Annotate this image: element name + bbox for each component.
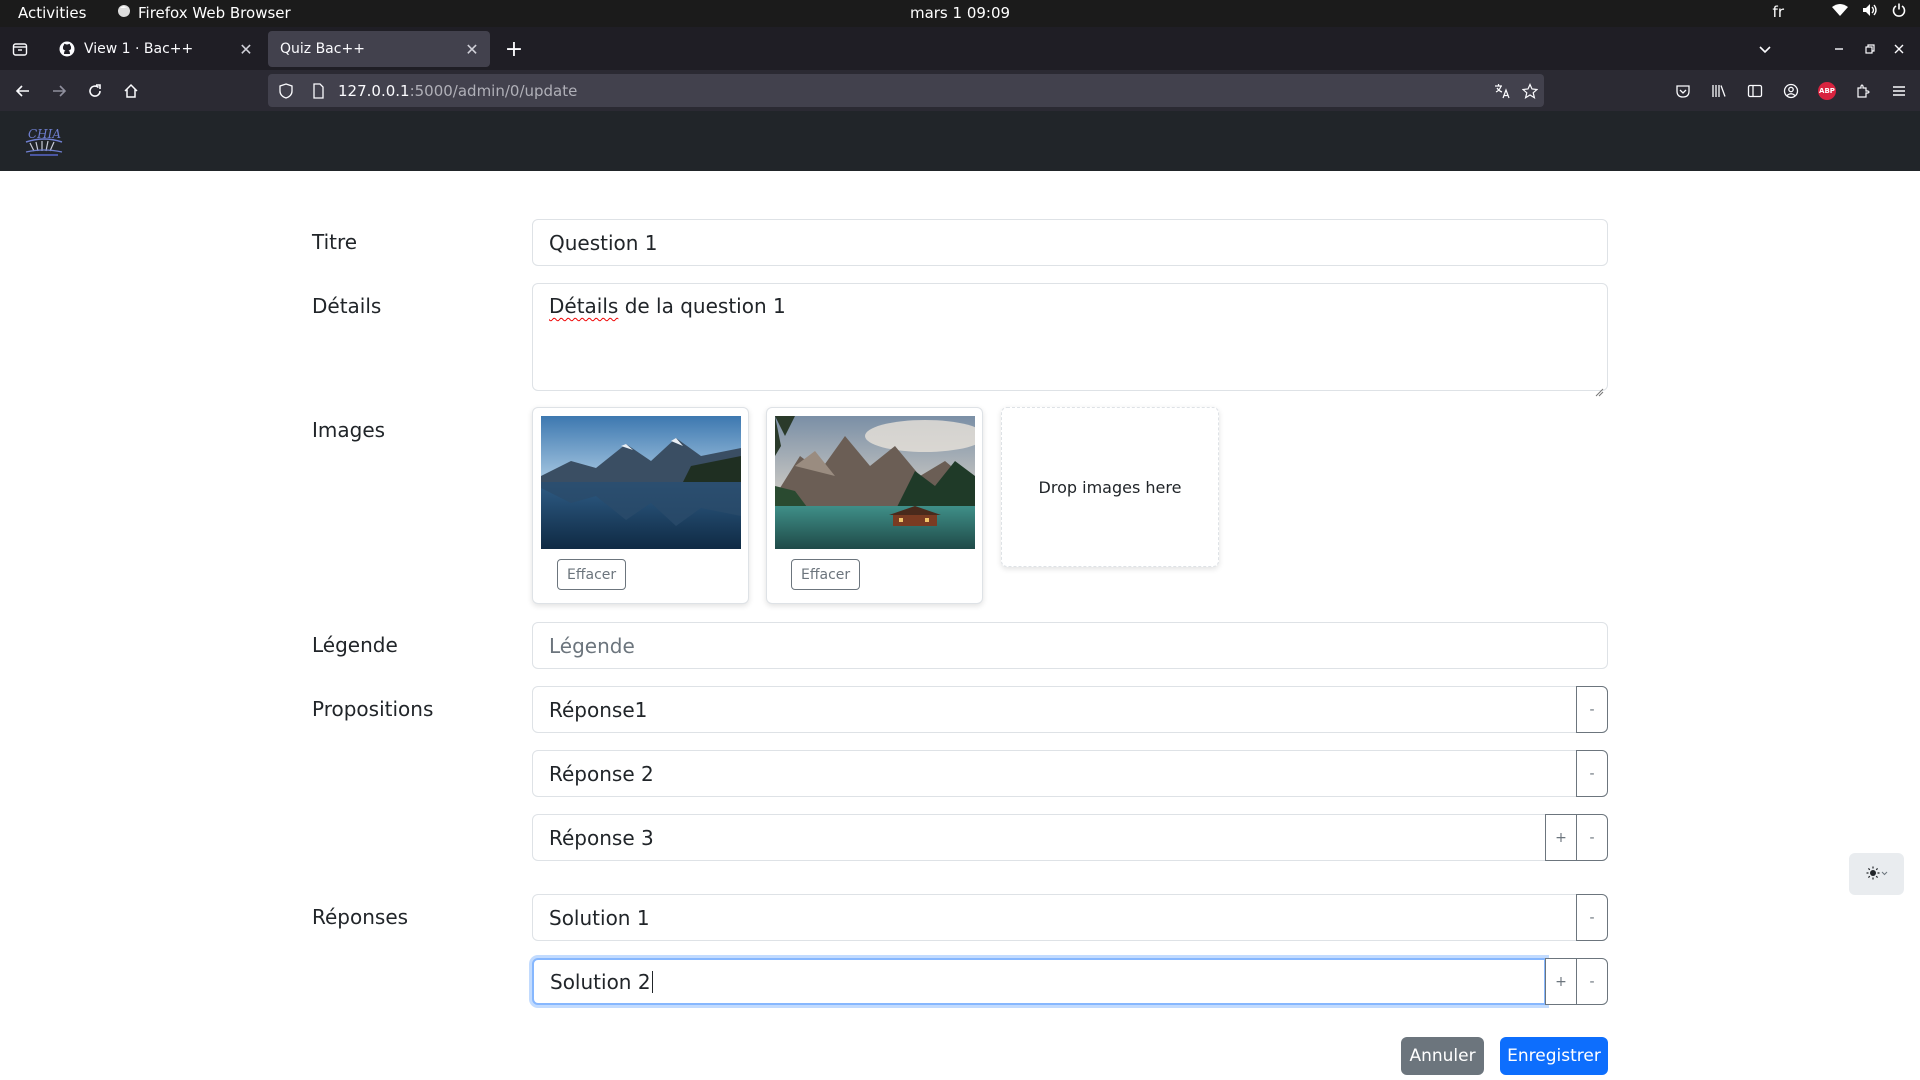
account-icon[interactable]	[1778, 78, 1804, 104]
url-path: :5000/admin/0/update	[409, 81, 578, 100]
reponse-input-focused[interactable]: Solution 2	[532, 958, 1546, 1005]
tracking-protection-icon[interactable]	[276, 82, 296, 99]
back-arrow-icon[interactable]	[10, 78, 36, 104]
tab-view-1[interactable]: View 1 · Bac++ ✕	[46, 31, 264, 67]
tab-strip: View 1 · Bac++ ✕ Quiz Bac++ ✕ +	[0, 27, 1920, 70]
library-icon[interactable]	[1706, 78, 1732, 104]
url-text[interactable]: 127.0.0.1:5000/admin/0/update	[338, 82, 1488, 100]
chia-logo[interactable]: CHIA	[24, 124, 64, 158]
details-textarea[interactable]: Détails de la question 1	[532, 283, 1608, 397]
pocket-icon[interactable]	[1670, 78, 1696, 104]
delete-image-button[interactable]: Effacer	[791, 559, 861, 590]
app-name: Firefox Web Browser	[138, 4, 291, 22]
page-info-icon[interactable]	[308, 82, 328, 99]
remove-proposition-button[interactable]: -	[1576, 686, 1608, 733]
tab-quiz[interactable]: Quiz Bac++ ✕	[268, 31, 490, 67]
reponse-row: Solution 1 -	[532, 894, 1608, 941]
proposition-row: Réponse1 -	[532, 686, 1608, 733]
firefox-view-icon[interactable]	[8, 37, 32, 61]
activities-button[interactable]: Activities	[18, 4, 86, 22]
image-card: Effacer	[766, 407, 983, 604]
url-bar[interactable]: 127.0.0.1:5000/admin/0/update	[268, 74, 1544, 107]
add-proposition-button[interactable]: +	[1545, 814, 1577, 861]
proposition-row: Réponse 3 + -	[532, 814, 1608, 861]
reload-icon[interactable]	[82, 78, 108, 104]
legende-placeholder: Légende	[549, 633, 635, 658]
details-value: de la question 1	[618, 294, 786, 318]
list-tabs-icon[interactable]	[1753, 37, 1777, 61]
language-indicator[interactable]: fr	[1773, 3, 1784, 21]
proposition-value: Réponse 2	[549, 761, 654, 786]
proposition-value: Réponse 3	[549, 825, 654, 850]
dropzone-label: Drop images here	[1038, 477, 1182, 497]
sun-icon	[1866, 865, 1888, 884]
delete-image-button[interactable]: Effacer	[557, 559, 627, 590]
image-card: Effacer	[532, 407, 749, 604]
firefox-icon	[117, 4, 131, 22]
reponse-input[interactable]: Solution 1	[532, 894, 1577, 941]
titre-value: Question 1	[549, 230, 658, 255]
proposition-value: Réponse1	[549, 697, 648, 722]
bookmark-star-icon[interactable]	[1516, 82, 1544, 99]
question-edit-form: Titre Question 1 Détails Détails de la q…	[0, 171, 1920, 1080]
url-host: 127.0.0.1	[338, 81, 410, 100]
image-dropzone[interactable]: Drop images here	[1001, 407, 1219, 567]
legende-input[interactable]: Légende	[532, 622, 1608, 669]
volume-icon[interactable]	[1862, 3, 1878, 21]
adblock-plus-icon[interactable]: ABP	[1814, 78, 1840, 104]
hamburger-menu-icon[interactable]	[1886, 78, 1912, 104]
minimize-icon[interactable]	[1827, 37, 1851, 61]
app-menu[interactable]: Firefox Web Browser	[117, 4, 291, 22]
details-value-misspelled: Détails	[549, 294, 619, 318]
remove-proposition-button[interactable]: -	[1576, 814, 1608, 861]
proposition-input[interactable]: Réponse 3	[532, 814, 1546, 861]
proposition-input[interactable]: Réponse1	[532, 686, 1577, 733]
remove-reponse-button[interactable]: -	[1576, 894, 1608, 941]
theme-toggle-button[interactable]	[1849, 853, 1904, 895]
text-caret	[651, 970, 653, 993]
wifi-icon[interactable]	[1832, 3, 1848, 21]
resize-grip-icon[interactable]	[1595, 378, 1604, 397]
app-header: CHIA	[0, 111, 1920, 171]
github-icon	[58, 40, 76, 58]
reponse-row: Solution 2 + -	[532, 958, 1608, 1005]
extensions-icon[interactable]	[1850, 78, 1876, 104]
clock[interactable]: mars 1 09:09	[910, 4, 1010, 22]
navigation-toolbar: 127.0.0.1:5000/admin/0/update ABP	[0, 70, 1920, 111]
save-button[interactable]: Enregistrer	[1500, 1037, 1608, 1075]
close-tab-icon[interactable]: ✕	[234, 37, 258, 61]
close-window-icon[interactable]	[1887, 37, 1911, 61]
reponse-value: Solution 1	[549, 905, 650, 930]
power-icon[interactable]	[1892, 3, 1906, 21]
tab-title: Quiz Bac++	[280, 41, 365, 57]
legende-label: Légende	[312, 633, 398, 657]
titre-label: Titre	[312, 230, 358, 254]
image-thumbnail-lake	[541, 416, 741, 549]
forward-arrow-icon[interactable]	[46, 78, 72, 104]
restore-icon[interactable]	[1858, 37, 1882, 61]
translate-icon[interactable]	[1488, 83, 1516, 99]
sidebar-icon[interactable]	[1742, 78, 1768, 104]
reponses-label: Réponses	[312, 905, 409, 929]
proposition-input[interactable]: Réponse 2	[532, 750, 1577, 797]
details-label: Détails	[312, 294, 382, 318]
reponse-value: Solution 2	[550, 969, 651, 994]
tab-title: View 1 · Bac++	[84, 41, 194, 57]
image-thumbnail-cabin	[775, 416, 975, 549]
titre-input[interactable]: Question 1	[532, 219, 1608, 266]
cancel-button[interactable]: Annuler	[1401, 1037, 1484, 1075]
home-icon[interactable]	[118, 78, 144, 104]
remove-proposition-button[interactable]: -	[1576, 750, 1608, 797]
close-tab-icon[interactable]: ✕	[460, 37, 484, 61]
remove-reponse-button[interactable]: -	[1576, 958, 1608, 1005]
add-reponse-button[interactable]: +	[1545, 958, 1577, 1005]
system-top-bar: Activities Firefox Web Browser mars 1 09…	[0, 0, 1920, 27]
proposition-row: Réponse 2 -	[532, 750, 1608, 797]
images-label: Images	[312, 418, 386, 442]
new-tab-button[interactable]: +	[502, 37, 526, 62]
propositions-label: Propositions	[312, 697, 434, 721]
